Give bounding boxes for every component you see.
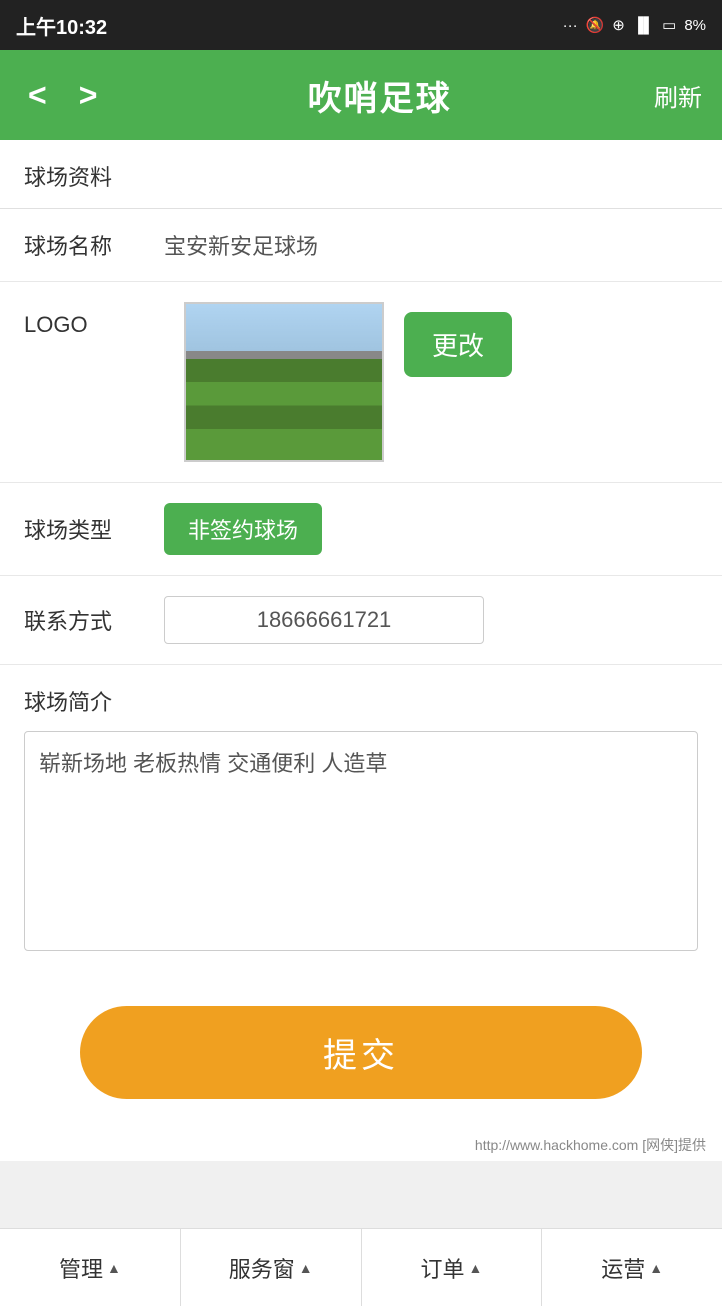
mute-icon: 🔕 bbox=[586, 16, 605, 34]
field-desc-label: 球场简介 bbox=[24, 685, 698, 717]
field-logo-row: LOGO 更改 bbox=[0, 282, 722, 483]
submit-section: 提交 bbox=[0, 976, 722, 1129]
submit-button[interactable]: 提交 bbox=[80, 1006, 642, 1099]
field-type-label: 球场类型 bbox=[24, 513, 164, 545]
bottom-nav-manage-caret: ▲ bbox=[107, 1260, 121, 1276]
field-contact-row: 联系方式 bbox=[0, 576, 722, 665]
field-contact-label: 联系方式 bbox=[24, 604, 164, 636]
ellipsis-icon: ··· bbox=[563, 17, 578, 34]
section-header: 球场资料 bbox=[0, 140, 722, 209]
bottom-nav-service[interactable]: 服务窗 ▲ bbox=[181, 1229, 362, 1306]
change-logo-button[interactable]: 更改 bbox=[404, 312, 512, 377]
signal-icon: ▐▌ bbox=[633, 17, 654, 34]
logo-image bbox=[184, 302, 384, 462]
field-logo-label: LOGO bbox=[24, 302, 164, 338]
wifi-icon: ⊕ bbox=[612, 16, 625, 34]
content-area: 球场资料 球场名称 宝安新安足球场 LOGO 更改 球场类型 非签约球场 联系方… bbox=[0, 140, 722, 1161]
status-time: 上午10:32 bbox=[16, 11, 107, 40]
battery-icon: ▭ bbox=[662, 16, 676, 34]
bottom-nav-orders-label: 订单 bbox=[420, 1252, 464, 1284]
refresh-button[interactable]: 刷新 bbox=[654, 78, 702, 113]
bottom-nav-orders[interactable]: 订单 ▲ bbox=[362, 1229, 543, 1306]
bottom-nav-manage[interactable]: 管理 ▲ bbox=[0, 1229, 181, 1306]
type-badge[interactable]: 非签约球场 bbox=[164, 503, 322, 555]
status-bar: 上午10:32 ··· 🔕 ⊕ ▐▌ ▭ 8% bbox=[0, 0, 722, 50]
bottom-nav-service-caret: ▲ bbox=[299, 1260, 313, 1276]
status-icons: ··· 🔕 ⊕ ▐▌ ▭ 8% bbox=[563, 16, 706, 34]
page-title: 吹哨足球 bbox=[308, 71, 452, 120]
logo-image-visual bbox=[186, 304, 382, 460]
battery-level: 8% bbox=[684, 17, 706, 34]
field-type-row: 球场类型 非签约球场 bbox=[0, 483, 722, 576]
bottom-nav-manage-label: 管理 bbox=[59, 1252, 103, 1284]
nav-arrows: < > bbox=[20, 73, 105, 118]
back-arrow-button[interactable]: < bbox=[20, 73, 55, 118]
field-name-row: 球场名称 宝安新安足球场 bbox=[0, 209, 722, 282]
nav-bar: < > 吹哨足球 刷新 bbox=[0, 50, 722, 140]
bottom-nav: 管理 ▲ 服务窗 ▲ 订单 ▲ 运营 ▲ bbox=[0, 1228, 722, 1306]
bottom-nav-operations-label: 运营 bbox=[601, 1252, 645, 1284]
bottom-nav-service-label: 服务窗 bbox=[229, 1252, 295, 1284]
field-name-value: 宝安新安足球场 bbox=[164, 229, 698, 261]
forward-arrow-button[interactable]: > bbox=[71, 73, 106, 118]
watermark: http://www.hackhome.com [网侠]提供 bbox=[0, 1129, 722, 1161]
field-name-label: 球场名称 bbox=[24, 229, 164, 261]
bottom-nav-operations[interactable]: 运营 ▲ bbox=[542, 1229, 722, 1306]
field-desc-section: 球场简介 bbox=[0, 665, 722, 976]
contact-input[interactable] bbox=[164, 596, 484, 644]
bottom-nav-operations-caret: ▲ bbox=[649, 1260, 663, 1276]
bottom-nav-orders-caret: ▲ bbox=[468, 1260, 482, 1276]
desc-textarea[interactable] bbox=[24, 731, 698, 951]
